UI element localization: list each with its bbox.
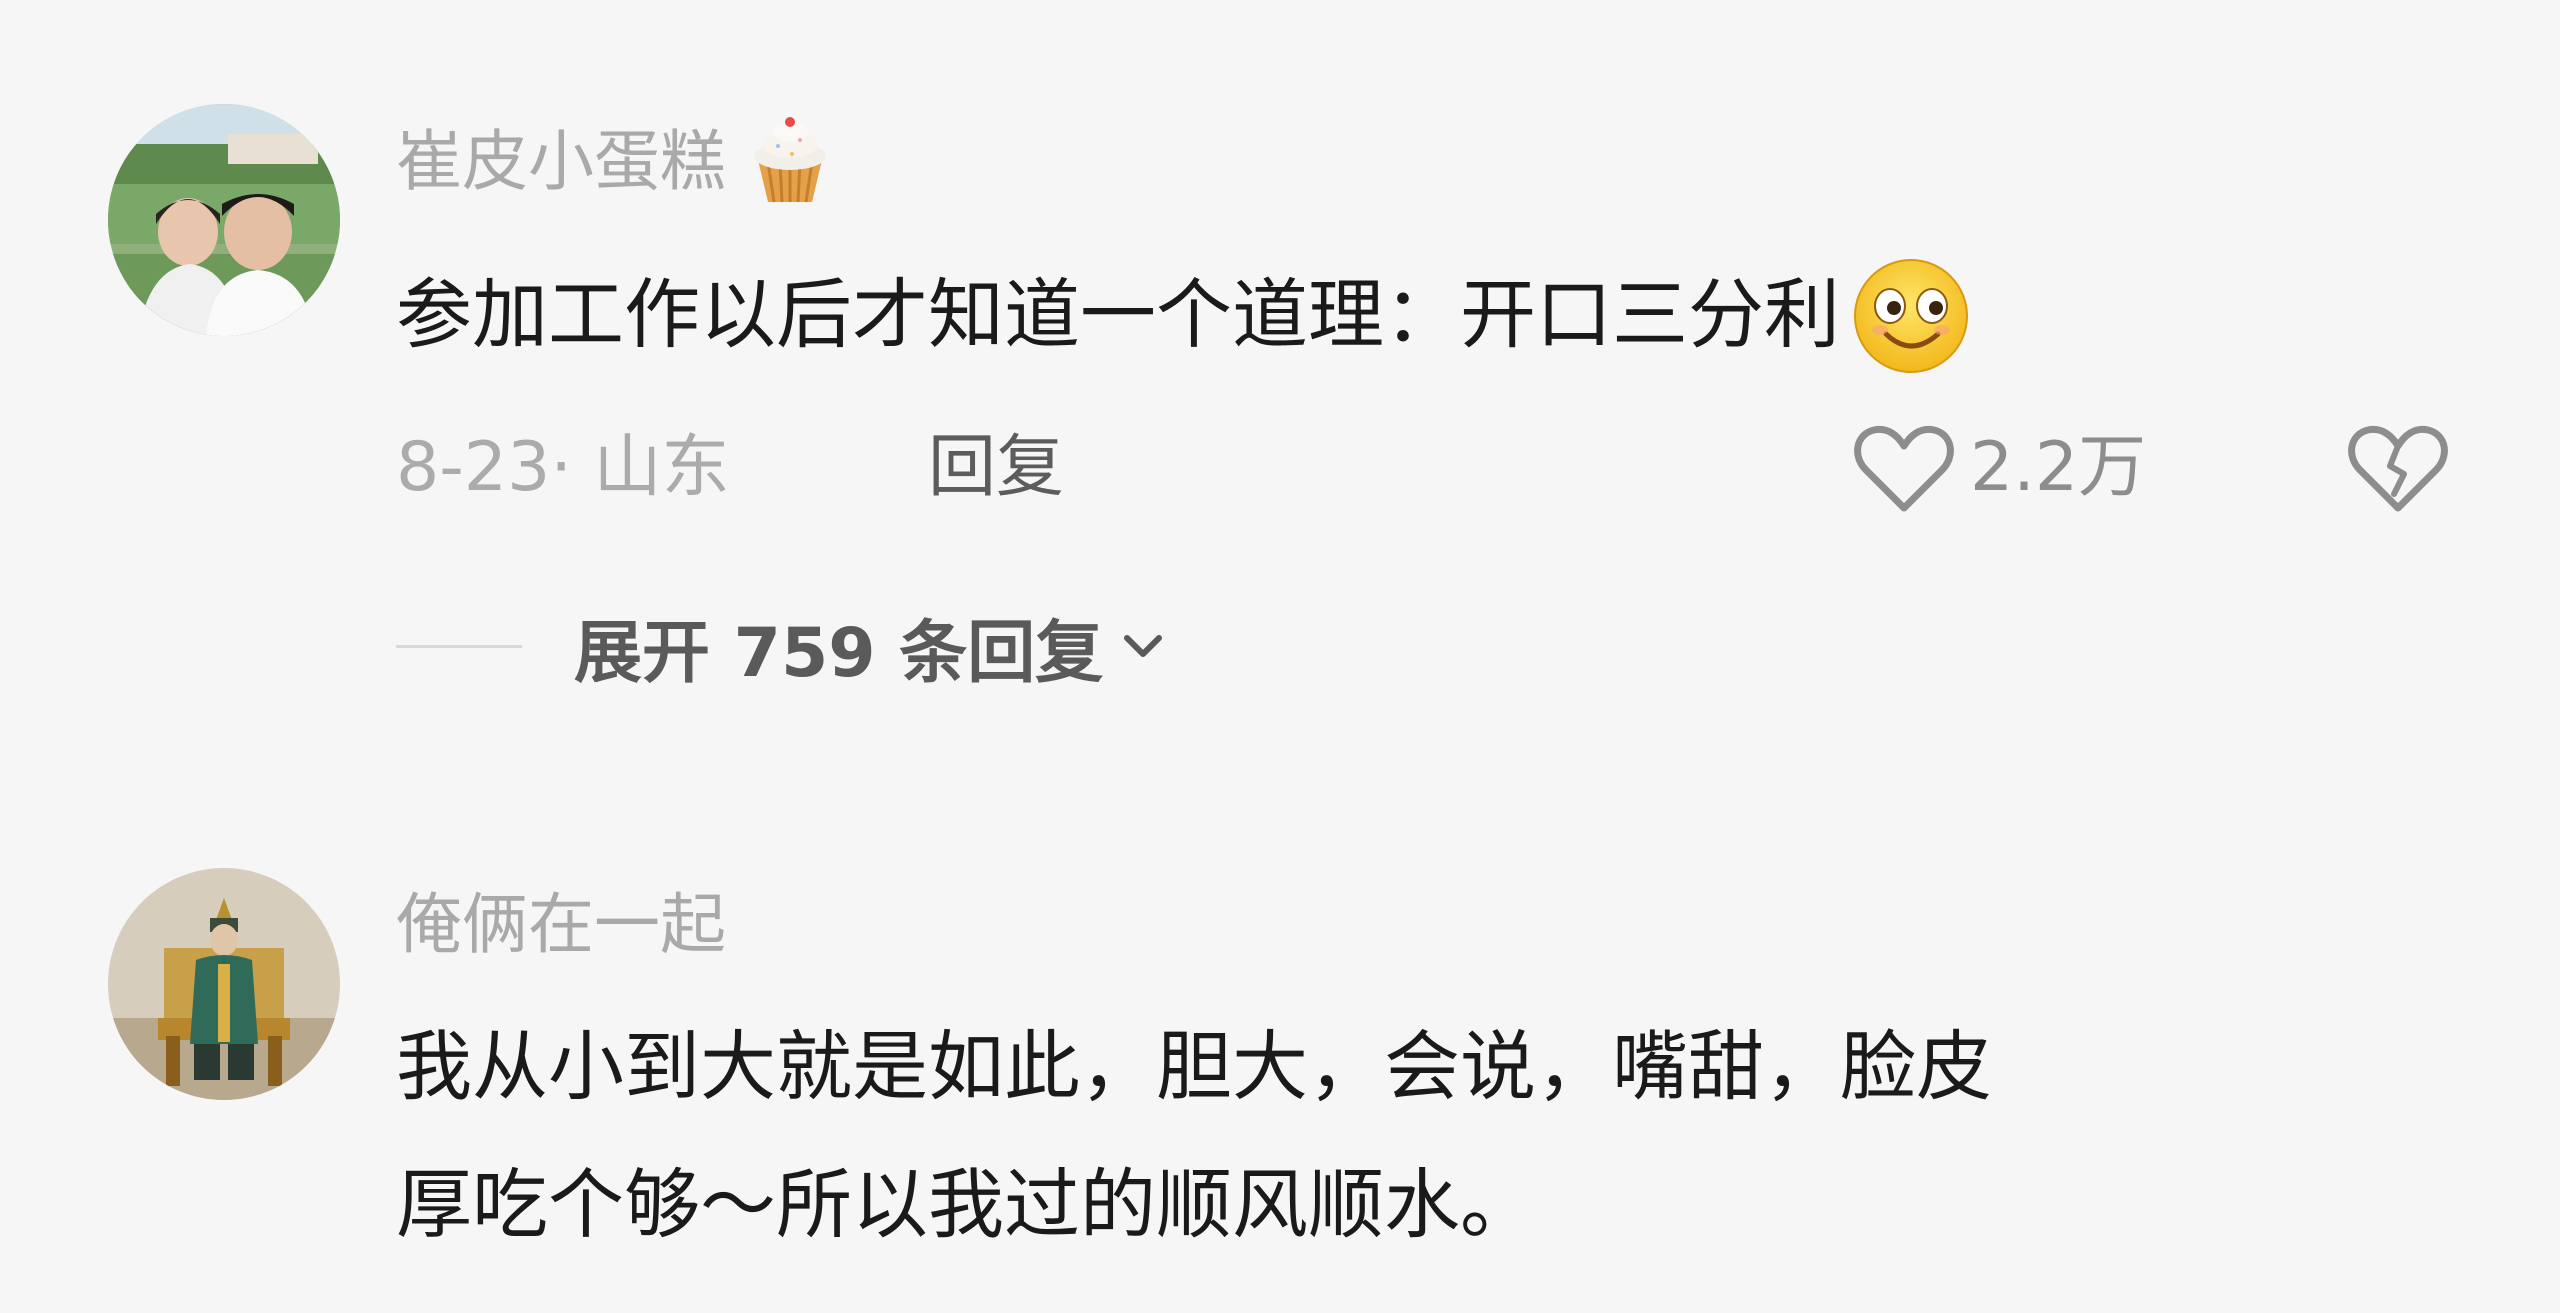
reply-button[interactable]: 回复	[928, 418, 1064, 518]
smiling-eyes-icon	[1846, 250, 1976, 380]
heart-outline-icon	[1854, 425, 1954, 512]
comment-text-line: 厚吃个够～所以我过的顺风顺水。	[396, 1160, 1536, 1249]
comment-text-line: 我从小到大就是如此，胆大，会说，嘴甜，脸皮	[396, 1022, 1992, 1111]
broken-heart-icon	[2348, 425, 2448, 512]
comment-content: 参加工作以后才知道一个道理：开口三分利	[396, 246, 1976, 384]
like-button[interactable]: 2.2万	[1852, 418, 2146, 518]
username-text[interactable]: 俺俩在一起	[396, 880, 726, 970]
comment-content: 我从小到大就是如此，胆大，会说，嘴甜，脸皮 厚吃个够～所以我过的顺风顺水。	[396, 998, 1992, 1274]
dislike-button[interactable]	[2348, 422, 2448, 542]
cupcake-icon	[744, 116, 836, 208]
username[interactable]: 崔皮小蛋糕	[396, 116, 836, 208]
avatar[interactable]	[108, 868, 340, 1100]
date-location: 8-23· 山东	[396, 428, 730, 507]
username[interactable]: 俺俩在一起	[396, 880, 726, 970]
avatar[interactable]	[108, 104, 340, 336]
expand-replies-button[interactable]: 展开 759 条回复	[396, 596, 1173, 696]
comment-text: 参加工作以后才知道一个道理：开口三分利	[396, 270, 1840, 359]
comment-meta: 8-23· 山东 回复 2.2万	[396, 418, 2496, 518]
expand-replies-label: 展开 759 条回复	[574, 613, 1104, 693]
like-count: 2.2万	[1970, 428, 2147, 507]
chevron-down-icon	[1124, 635, 1163, 657]
username-text[interactable]: 崔皮小蛋糕	[396, 117, 726, 207]
divider	[396, 644, 522, 648]
